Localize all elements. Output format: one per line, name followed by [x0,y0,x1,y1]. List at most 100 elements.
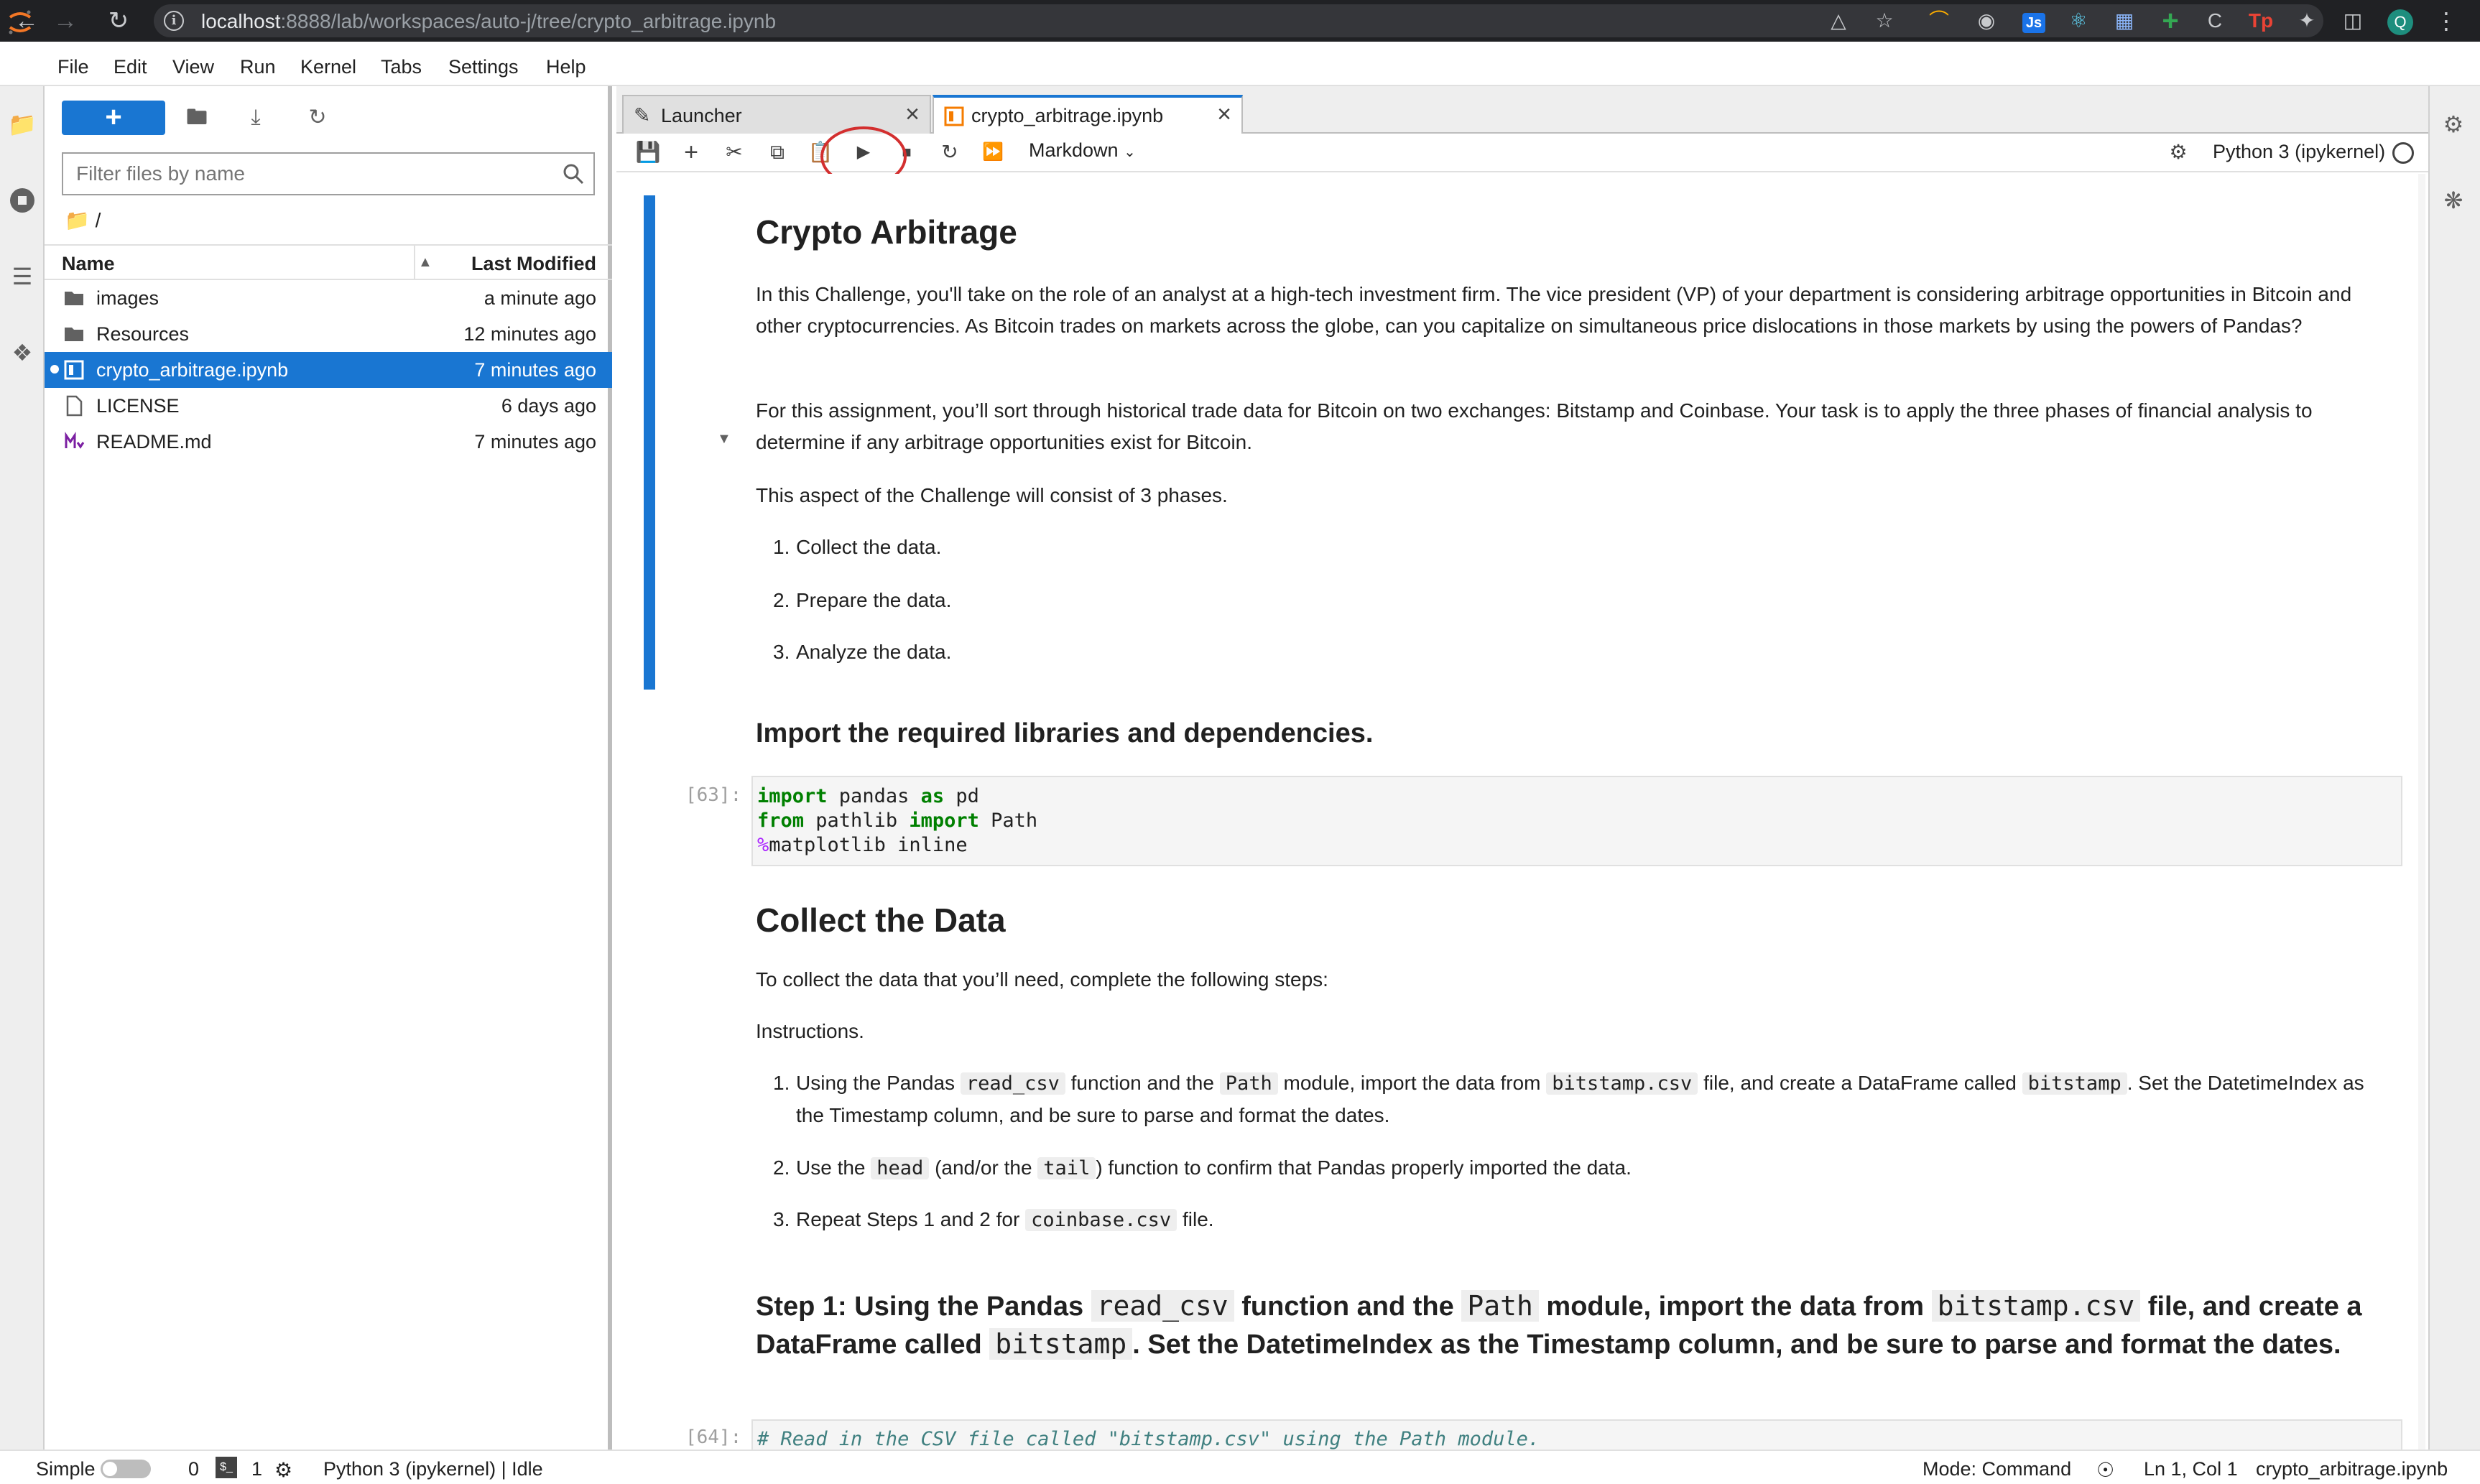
cut-icon[interactable]: ✂ [718,136,750,168]
refresh-icon[interactable]: ↻ [302,102,333,134]
extension-manager-puzzle-icon[interactable]: ❖ [4,335,40,371]
filter-files-box [62,152,595,195]
terminal-count[interactable]: 0 [188,1458,199,1480]
shield-icon[interactable]: ☉ [2096,1458,2114,1482]
notebook-icon [944,106,964,126]
simple-mode-toggle[interactable] [101,1460,151,1478]
terminal-icon[interactable]: $_ [216,1457,237,1478]
table-of-contents-icon[interactable]: ☰ [4,259,40,295]
kernel-name[interactable]: Python 3 (ipykernel) [2213,141,2385,163]
share-icon[interactable]: △ [1825,7,1852,34]
bookmark-star-icon[interactable]: ☆ [1871,7,1898,34]
cursor-position[interactable]: Ln 1, Col 1 [2144,1458,2238,1480]
profile-avatar[interactable]: Q [2387,9,2413,35]
running-kernels-icon[interactable] [4,182,40,218]
simple-mode-label: Simple [36,1458,96,1480]
extension-react-icon[interactable]: ⚛ [2065,7,2092,34]
column-name-header[interactable]: Name [62,253,115,275]
menu-view[interactable]: View [172,56,214,78]
site-info-icon[interactable]: i [164,11,184,31]
jupyter-logo-icon [9,10,32,34]
property-inspector-gears-icon[interactable]: ⚙ [2435,106,2471,142]
file-row-license[interactable]: LICENSE 6 days ago [45,388,612,424]
column-separator[interactable] [414,246,415,279]
notebook-mode: Mode: Command [1923,1458,2072,1480]
list-item: 3. Repeat Steps 1 and 2 for coinbase.csv … [773,1208,1214,1231]
tab-crypto-arbitrage[interactable]: crypto_arbitrage.ipynb × [933,95,1243,135]
sort-up-icon: ▲ [418,254,432,270]
menu-run[interactable]: Run [240,56,276,78]
file-row-images[interactable]: images a minute ago [45,280,612,316]
extension-js-icon[interactable]: Js [2022,13,2045,33]
extension-rainbow-icon[interactable]: ⌒ [1925,7,1953,34]
file-row-resources[interactable]: Resources 12 minutes ago [45,316,612,352]
kernel-count[interactable]: 1 [251,1458,262,1480]
forward-icon[interactable]: → [49,4,82,37]
file-modified: 6 days ago [501,395,596,417]
column-modified-header[interactable]: Last Modified [471,253,596,275]
menu-file[interactable]: File [57,56,89,78]
file-row-readme[interactable]: README.md 7 minutes ago [45,424,612,460]
list-item: 1. Collect the data. [773,536,942,558]
menu-kernel[interactable]: Kernel [300,56,356,78]
menu-settings[interactable]: Settings [448,56,519,78]
code-text: import pandas as pd from pathlib import … [757,785,1038,856]
menu-edit[interactable]: Edit [114,56,147,78]
copy-icon[interactable]: ⧉ [762,136,793,168]
right-sidebar [2428,86,2480,1450]
file-browser-folder-icon[interactable]: 📁 [4,106,40,142]
code-cell[interactable]: import pandas as pd from pathlib import … [751,776,2402,866]
tab-launcher[interactable]: ✎ Launcher × [622,95,931,134]
kernel-status-icon [2392,142,2414,164]
chevron-down-icon: ⌄ [1124,144,1136,160]
file-name: Resources [96,323,190,345]
fast-forward-icon[interactable]: ⏩ [977,136,1009,168]
new-launcher-button[interactable]: + [62,101,165,135]
extensions-puzzle-icon[interactable]: ✦ [2293,7,2321,34]
folder-icon [65,292,83,305]
collect-heading: Collect the Data [756,901,1006,939]
breadcrumb[interactable]: 📁 / [65,208,101,232]
save-icon[interactable]: 💾 [632,136,664,168]
new-folder-icon[interactable]: 🖿 [181,102,213,134]
collect-paragraph-1: To collect the data that you’ll need, co… [756,968,1328,991]
browser-menu-icon[interactable]: ⋮ [2433,7,2460,34]
upload-icon[interactable]: ⤓ [240,102,272,134]
tab-label: crypto_arbitrage.ipynb [971,105,1164,126]
reload-icon[interactable]: ↻ [102,4,135,37]
debugger-bug-icon[interactable]: ⚙ [2162,136,2194,168]
intro-paragraph-1: In this Challenge, you'll take on the ro… [756,283,2352,337]
debugger-icon[interactable]: ❋ [2435,182,2471,218]
extension-tools-icon[interactable]: ▦ [2111,7,2138,34]
close-icon[interactable]: × [905,101,920,129]
active-cell-indicator[interactable] [644,195,655,690]
extension-cookie-icon[interactable]: ◉ [1973,7,2000,34]
code-comment: # Read in the CSV file called "bitstamp.… [757,1428,1540,1450]
extension-plus-icon[interactable]: + [2157,6,2184,35]
notebook-scrollbar[interactable] [2418,174,2425,1450]
cell-type-select[interactable]: Markdown ⌄ [1029,139,1136,162]
side-panel-icon[interactable]: ◫ [2339,7,2366,34]
close-icon[interactable]: × [1217,101,1231,129]
file-row-crypto-arbitrage[interactable]: crypto_arbitrage.ipynb 7 minutes ago [45,352,612,388]
restart-icon[interactable]: ↻ [934,136,966,168]
extension-c-icon[interactable]: C [2201,7,2229,34]
menu-help[interactable]: Help [546,56,586,78]
cell-prompt: [63]: [685,784,742,806]
file-modified: a minute ago [483,287,596,309]
tab-label: Launcher [661,105,742,126]
kernel-status[interactable]: Python 3 (ipykernel) | Idle [323,1458,543,1480]
file-modified: 7 minutes ago [474,359,596,381]
extension-tp-icon[interactable]: Tp [2247,7,2275,34]
menu-tabs[interactable]: Tabs [381,56,422,78]
breadcrumb-root: / [95,209,101,231]
folder-icon: 📁 [65,209,90,231]
filter-files-input[interactable] [63,154,552,194]
file-list-header: Name ▲ Last Modified [45,244,612,280]
collapse-chevron-icon[interactable]: ▼ [717,431,731,447]
list-item: 1. Using the Pandas read_csv function and… [773,1072,2364,1126]
kernel-gear-icon[interactable]: ⚙ [274,1458,292,1482]
file-modified: 12 minutes ago [463,323,596,345]
insert-cell-icon[interactable]: + [675,136,707,168]
jupyter-menubar [0,42,2480,86]
